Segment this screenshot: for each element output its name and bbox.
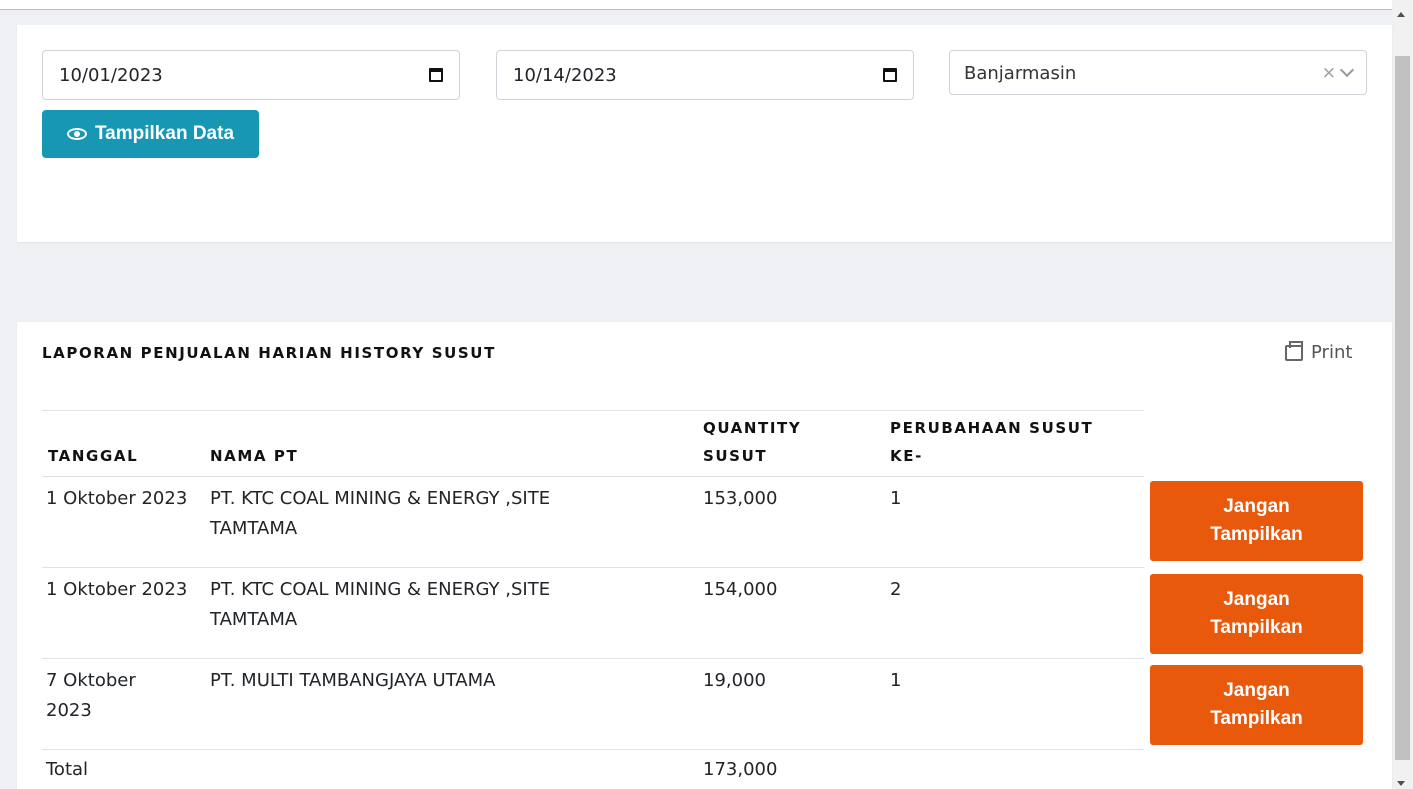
printer-icon [1285,340,1303,361]
row3-tanggal-line2: 2023 [46,700,92,721]
column-header-tanggal: TANGGAL [48,447,139,465]
chevron-down-icon[interactable] [1339,62,1355,78]
row3-tanggal-line1: 7 Oktober [46,670,136,691]
row2-perubahaan: 2 [890,579,902,600]
scroll-down-arrow-icon[interactable] [1397,781,1405,786]
row1-nama-pt-line1: PT. KTC COAL MINING & ENERGY ,SITE [210,488,551,509]
header-divider [42,476,1144,477]
row1-nama-pt-line2: TAMTAMA [210,518,298,539]
hide-label-line1: Jangan [1223,496,1290,517]
date-from-value: 10/01/2023 [59,64,163,86]
date-to-input[interactable]: 10/14/2023 [496,50,914,100]
hide-label-line2: Tampilkan [1210,617,1303,638]
filter-card: 10/01/2023 10/14/2023 Banjarmasin × Tamp… [17,25,1392,242]
row2-quantity: 154,000 [703,579,778,600]
row3-perubahaan: 1 [890,670,902,691]
show-data-label: Tampilkan Data [94,123,235,144]
column-header-quantity-line2: SUSUT [703,447,768,465]
eye-icon [66,128,87,140]
row1-quantity: 153,000 [703,488,778,509]
row2-hide-button[interactable]: Jangan Tampilkan [1150,574,1363,654]
report-card: LAPORAN PENJUALAN HARIAN HISTORY SUSUT P… [17,322,1392,789]
total-quantity: 173,000 [703,759,778,780]
calendar-icon[interactable] [883,68,897,82]
row2-nama-pt-line2: TAMTAMA [210,609,298,630]
column-header-perubahaan-line2: KE- [890,447,923,465]
row2-nama-pt-line1: PT. KTC COAL MINING & ENERGY ,SITE [210,579,551,600]
show-data-button[interactable]: Tampilkan Data [42,110,259,158]
row1-perubahaan: 1 [890,488,902,509]
row3-quantity: 19,000 [703,670,766,691]
print-label: Print [1311,342,1353,363]
column-header-nama-pt: NAMA PT [210,447,299,465]
hide-label-line1: Jangan [1223,589,1290,610]
row-divider [42,567,1144,568]
calendar-icon[interactable] [429,68,443,82]
row3-hide-button[interactable]: Jangan Tampilkan [1150,665,1363,745]
row-divider [42,658,1144,659]
column-header-perubahaan-line1: PERUBAHAAN SUSUT [890,419,1094,437]
date-from-input[interactable]: 10/01/2023 [42,50,460,100]
row3-hide-label: Jangan Tampilkan [1210,677,1303,733]
browser-top-edge [0,0,1392,10]
date-to-value: 10/14/2023 [513,64,617,86]
scrollbar-thumb[interactable] [1395,56,1410,760]
hide-label-line2: Tampilkan [1210,708,1303,729]
report-title: LAPORAN PENJUALAN HARIAN HISTORY SUSUT [42,344,496,362]
row1-hide-label: Jangan Tampilkan [1210,493,1303,549]
column-header-quantity-line1: QUANTITY [703,419,802,437]
table-top-border [42,410,1144,411]
row1-tanggal: 1 Oktober 2023 [46,488,188,509]
scroll-up-arrow-icon[interactable] [1397,12,1405,17]
row2-tanggal: 1 Oktober 2023 [46,579,188,600]
location-select-value: Banjarmasin [964,63,1077,84]
row-divider [42,749,1144,750]
clear-icon[interactable]: × [1322,63,1336,83]
hide-label-line1: Jangan [1223,680,1290,701]
row2-hide-label: Jangan Tampilkan [1210,586,1303,642]
print-button[interactable]: Print [1285,340,1353,363]
row1-hide-button[interactable]: Jangan Tampilkan [1150,481,1363,561]
location-select[interactable]: Banjarmasin × [949,50,1367,95]
total-label: Total [46,759,89,780]
row3-nama-pt: PT. MULTI TAMBANGJAYA UTAMA [210,670,496,691]
hide-label-line2: Tampilkan [1210,524,1303,545]
